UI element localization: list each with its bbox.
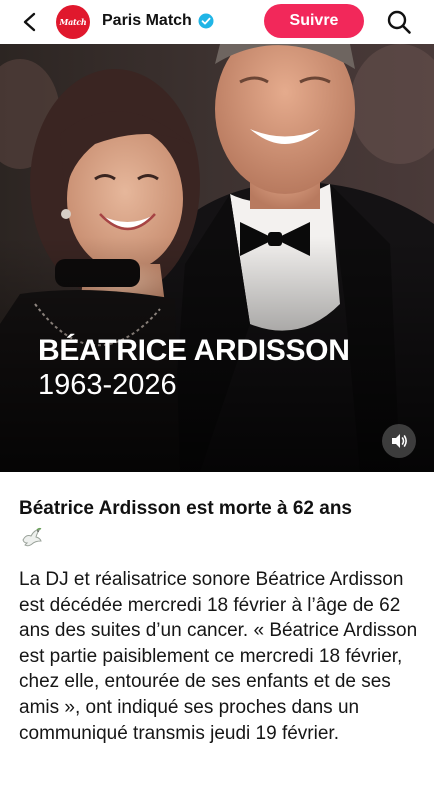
- couple-photo-illustration: [0, 44, 434, 472]
- article-headline: Béatrice Ardisson est morte à 62 ans: [19, 498, 352, 519]
- media-years: 1963-2026: [38, 369, 177, 401]
- article-body: La DJ et réalisatrice sonore Béatrice Ar…: [19, 569, 418, 744]
- speaker-icon: [392, 434, 407, 448]
- top-bar: Match Paris Match Suivre: [0, 0, 434, 44]
- account-name[interactable]: Paris Match: [102, 12, 192, 30]
- search-button[interactable]: [386, 9, 412, 35]
- follow-button[interactable]: Suivre: [264, 4, 364, 38]
- hero-photo[interactable]: BÉATRICE ARDISSON 1963-2026: [0, 44, 434, 472]
- back-arrow-icon: [23, 12, 36, 32]
- search-icon: [387, 10, 411, 34]
- logo-text: Match: [59, 17, 87, 27]
- sound-toggle-button[interactable]: [382, 424, 416, 458]
- media-title: BÉATRICE ARDISSON: [38, 334, 350, 367]
- verified-badge-icon: [198, 13, 214, 29]
- paris-match-logo[interactable]: Match: [56, 5, 90, 39]
- dove-icon: [22, 527, 42, 547]
- back-button[interactable]: [18, 10, 42, 34]
